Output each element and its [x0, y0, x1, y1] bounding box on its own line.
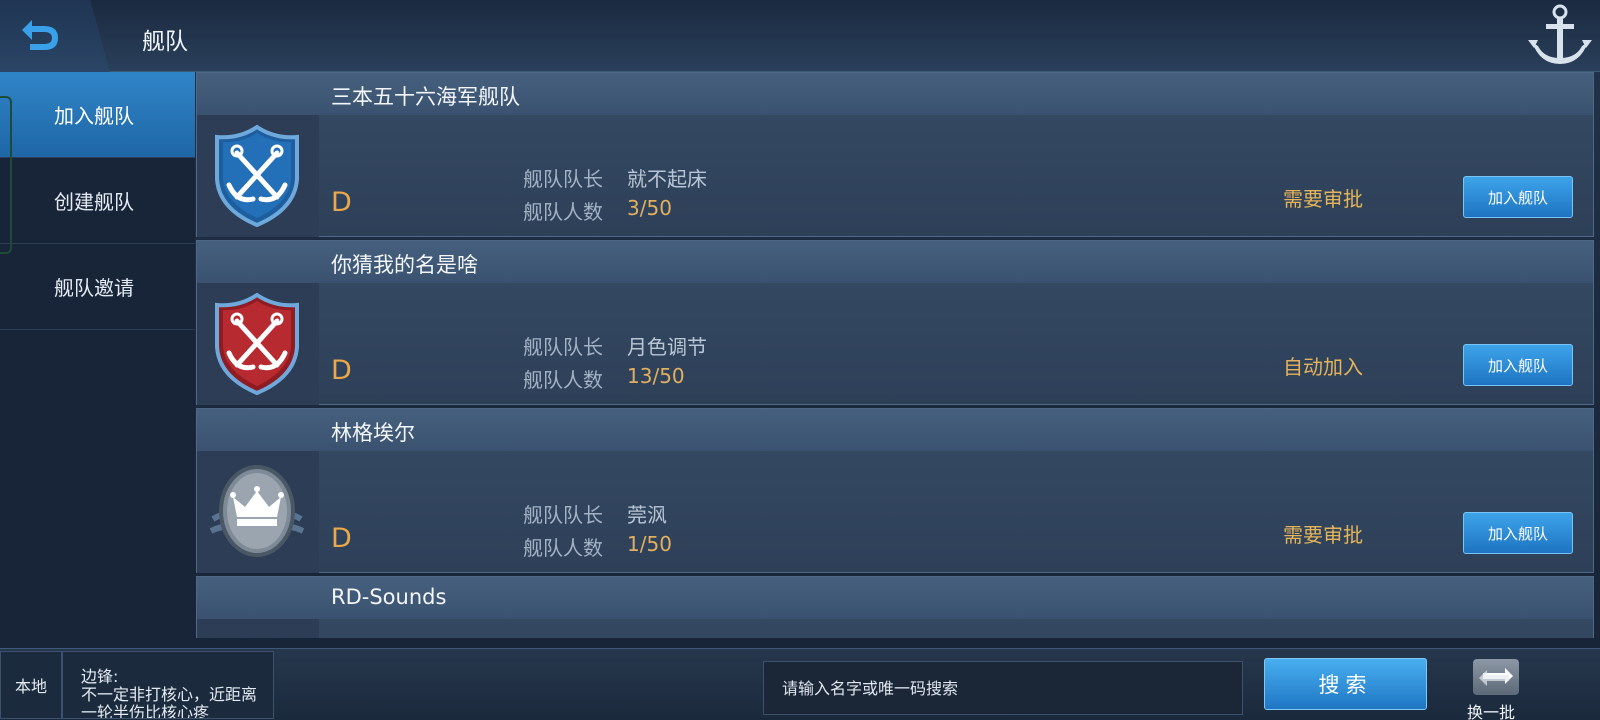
fleet-card: 林格埃尔 D 舰队队长 莞沨 舰队人数 1/50 需要审批 加入舰队 — [196, 408, 1594, 573]
fleet-name: RD-Sounds — [331, 585, 447, 609]
join-policy: 自动加入 — [1283, 355, 1363, 379]
bottom-bar: 本地 边锋: 不一定非打核心，近距离一轮半伤比核心疼 搜索 换一批 — [0, 648, 1600, 720]
leader-label: 舰队队长 — [523, 503, 603, 527]
member-count-label: 舰队人数 — [523, 536, 603, 560]
join-fleet-button[interactable]: 加入舰队 — [1463, 344, 1573, 386]
join-policy: 需要审批 — [1283, 523, 1363, 547]
back-button[interactable] — [14, 16, 64, 56]
join-fleet-button[interactable]: 加入舰队 — [1463, 512, 1573, 554]
page-title: 舰队 — [142, 29, 188, 55]
search-button[interactable]: 搜索 — [1264, 658, 1427, 710]
fleet-grade: D — [331, 187, 352, 218]
leader-name: 月色调节 — [627, 335, 707, 359]
anchor-icon — [1528, 4, 1592, 64]
member-count: 3/50 — [627, 196, 672, 220]
leader-label: 舰队队长 — [523, 335, 603, 359]
refresh-batch-button[interactable]: 换一批 — [1462, 655, 1532, 720]
fleet-card: 三本五十六海军舰队 D 舰队队长 就不起床 舰队人数 3/50 需要审批 加入舰… — [196, 72, 1594, 237]
sidebar-item-join-fleet[interactable]: 加入舰队 — [0, 72, 195, 158]
join-fleet-button[interactable]: 加入舰队 — [1463, 176, 1573, 218]
refresh-icon — [1473, 659, 1519, 695]
crown-grey-badge-icon — [209, 465, 305, 557]
fleet-card: 你猜我的名是啥 D 舰队队长 月色调节 舰队人数 13/50 自动加入 加入舰队 — [196, 240, 1594, 405]
refresh-batch-label: 换一批 — [1467, 703, 1516, 720]
sidebar-item-fleet-invite[interactable]: 舰队邀请 — [0, 244, 195, 330]
fleet-emblem-frame — [197, 451, 319, 573]
member-count-label: 舰队人数 — [523, 368, 603, 392]
fleet-emblem-frame — [197, 283, 319, 405]
fleet-grade: D — [331, 523, 352, 554]
top-bar: 舰队 — [0, 0, 1600, 72]
back-arrow-icon — [22, 20, 58, 50]
chat-channel-local-button[interactable]: 本地 — [0, 651, 62, 719]
leader-name: 就不起床 — [627, 167, 707, 191]
search-input[interactable] — [763, 661, 1243, 715]
fleet-emblem-frame — [197, 115, 319, 237]
chat-message: 边锋: 不一定非打核心，近距离一轮半伤比核心疼 — [81, 667, 258, 719]
fleet-grade: D — [331, 355, 352, 386]
leader-label: 舰队队长 — [523, 167, 603, 191]
leader-name: 莞沨 — [627, 503, 667, 527]
fleet-card: RD-Sounds — [196, 576, 1594, 638]
member-count: 13/50 — [627, 364, 685, 388]
fleet-name: 林格埃尔 — [331, 421, 415, 445]
fleet-name: 你猜我的名是啥 — [331, 253, 478, 277]
sidebar-decoration — [0, 96, 12, 254]
chat-preview[interactable]: 边锋: 不一定非打核心，近距离一轮半伤比核心疼 — [62, 651, 274, 719]
member-count: 1/50 — [627, 532, 672, 556]
fleet-emblem-frame — [197, 619, 319, 638]
sidebar: 加入舰队 创建舰队 舰队邀请 — [0, 72, 195, 648]
sidebar-item-create-fleet[interactable]: 创建舰队 — [0, 158, 195, 244]
anchors-red-shield-icon — [215, 292, 299, 396]
member-count-label: 舰队人数 — [523, 200, 603, 224]
fleet-name: 三本五十六海军舰队 — [331, 85, 520, 109]
join-policy: 需要审批 — [1283, 187, 1363, 211]
anchors-blue-shield-icon — [215, 124, 299, 228]
fleet-list[interactable]: 三本五十六海军舰队 D 舰队队长 就不起床 舰队人数 3/50 需要审批 加入舰… — [196, 72, 1596, 638]
